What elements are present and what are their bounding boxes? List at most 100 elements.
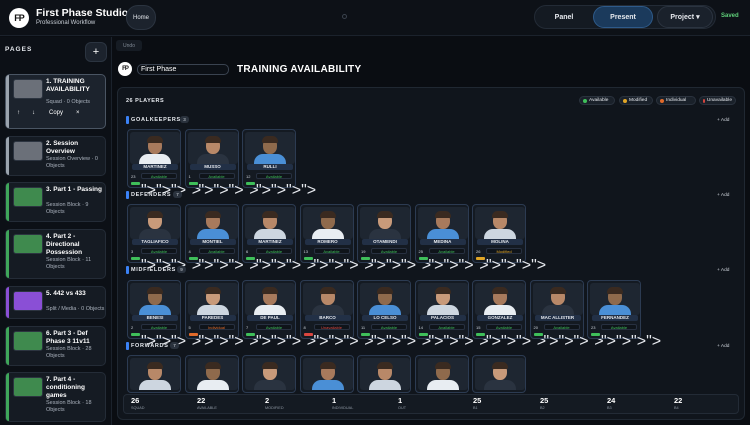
page-name-input[interactable]: First Phase	[137, 64, 229, 75]
player-card[interactable]: RULLI 12 Available ">">">">	[242, 129, 316, 199]
player-card[interactable]: PAREDES 5 Individual ">">">">	[184, 280, 259, 350]
status-select[interactable]: Available	[141, 248, 177, 254]
status-select[interactable]: Available	[601, 324, 637, 330]
player-card[interactable]: GONZALEZ 15 Available ">">">">	[472, 280, 546, 350]
status-select[interactable]: Unavailable	[313, 324, 350, 330]
status-select[interactable]: Available	[256, 324, 292, 330]
status-select[interactable]: Available	[198, 173, 235, 179]
stat-value: 22	[674, 396, 683, 405]
section-count-badge: 3	[180, 116, 189, 123]
player-card[interactable]: OTAMENDI 19 Available ">">">">	[357, 204, 431, 274]
player-card[interactable]: PALACIOS 14 Available ">">">">	[414, 280, 489, 350]
stat-item: 22 B4	[674, 396, 682, 411]
player-card[interactable]	[472, 355, 526, 393]
status-select[interactable]: Available	[198, 248, 235, 254]
legend-dot-icon	[583, 98, 587, 103]
status-select[interactable]: Available	[313, 248, 350, 254]
player-card[interactable]: MEDINA 25 Available ">">">">	[414, 204, 489, 274]
player-card[interactable]	[299, 355, 354, 393]
home-button[interactable]: Home	[126, 5, 156, 30]
status-select[interactable]: Available	[371, 324, 407, 330]
player-card[interactable]: BARCO 8 Unavailable ">">">">	[299, 280, 374, 350]
page-card[interactable]: 6. Part 3 - Def Phase 3 11v11 Session Blo…	[5, 326, 106, 366]
copy-button[interactable]: Copy	[49, 110, 63, 116]
player-name: RULLI	[247, 164, 293, 170]
add-page-button[interactable]: +	[85, 42, 107, 62]
player-number: 19	[361, 249, 366, 254]
status-select[interactable]: Available	[428, 324, 465, 330]
app-logo: FP	[9, 8, 29, 28]
player-number: 20	[533, 325, 538, 330]
player-card[interactable]	[127, 355, 181, 393]
pip	[476, 257, 485, 260]
present-button[interactable]: Present	[593, 6, 653, 28]
status-select[interactable]: Available	[141, 173, 177, 179]
player-shirt	[139, 229, 171, 239]
section-count-badge: 7	[173, 191, 182, 198]
player-card[interactable]	[414, 355, 469, 393]
player-card[interactable]: MAC ALLISTER 20 Available ">">">">	[529, 280, 604, 350]
player-name: MAC ALLISTER	[534, 315, 581, 321]
player-card[interactable]: MONTIEL 4 Available ">">">">	[184, 204, 259, 274]
player-card[interactable]	[357, 355, 411, 393]
player-shirt	[254, 380, 286, 390]
stat-item: 24 B3	[607, 396, 615, 411]
add-player-button[interactable]: + Add	[717, 118, 729, 123]
player-card[interactable]: FERNANDEZ 23 Available ">">">">	[587, 280, 661, 350]
status-select[interactable]: Available	[371, 248, 407, 254]
pip	[188, 257, 198, 260]
player-shirt	[369, 305, 401, 315]
player-name: GONZALEZ	[477, 315, 523, 321]
player-hair	[262, 287, 278, 294]
status-select[interactable]: Available	[486, 324, 522, 330]
undo-button[interactable]: Undo	[116, 40, 142, 51]
player-card[interactable]: LO CELSO 11 Available ">">">">	[357, 280, 431, 350]
status-select[interactable]: Modified	[486, 248, 522, 254]
panel-button[interactable]: Panel	[537, 6, 591, 28]
player-name: BENESI	[132, 315, 178, 321]
page-card[interactable]: 4. Part 2 - Directional Possession Sessio…	[5, 229, 106, 279]
stat-value: 1	[332, 396, 337, 405]
page-card[interactable]: 3. Part 1 - Passing Session Block · 9 Obj…	[5, 182, 106, 222]
status-select[interactable]: Available	[256, 173, 292, 179]
status-select[interactable]: Available	[543, 324, 580, 330]
player-card[interactable]: ROMERO 13 Available ">">">">	[299, 204, 374, 274]
player-shirt	[484, 229, 516, 239]
player-number: 14	[418, 325, 423, 330]
move-up-button[interactable]: ↑	[17, 110, 20, 116]
session-pips: ">">">">	[476, 257, 546, 275]
player-card[interactable]: MARTINEZ 23 Available ">">">">	[127, 129, 201, 199]
status-select[interactable]: Available	[256, 248, 292, 254]
player-card[interactable]: DE PAUL 7 Available ">">">">	[242, 280, 316, 350]
stat-label: B2	[540, 406, 545, 410]
player-card[interactable]: BENESI2Available">">">">	[127, 280, 201, 350]
player-card[interactable]: MOLINA 26 Modified ">">">">	[472, 204, 546, 274]
stat-value: 22	[197, 396, 206, 405]
project-menu-button[interactable]: Project ▾	[657, 6, 713, 28]
mode-switcher: Panel Present Project ▾	[534, 5, 716, 29]
page-card[interactable]: 5. 442 vs 433 Split / Media · 0 Objects	[5, 286, 106, 319]
page-title-label: 6. Part 3 - Def Phase 3 11v11	[46, 330, 90, 345]
page-card[interactable]: 1. TRAINING AVAILABILITY Squad · 0 Object…	[5, 74, 106, 129]
page-accent	[6, 287, 9, 318]
player-card[interactable]: MARTINEZ 6 Available ">">">">	[242, 204, 316, 274]
player-shirt	[426, 229, 459, 239]
player-card[interactable]	[184, 355, 239, 393]
status-select[interactable]: Available	[141, 324, 177, 330]
move-down-button[interactable]: ↓	[32, 110, 35, 116]
player-photo	[360, 283, 410, 315]
player-card[interactable]	[242, 355, 296, 393]
status-select[interactable]: Individual	[198, 324, 235, 330]
player-card[interactable]: TAGLIAFICO 3 Available ">">">">	[127, 204, 201, 274]
add-player-button[interactable]: + Add	[717, 193, 729, 198]
delete-page-button[interactable]: ×	[76, 110, 80, 116]
player-shirt	[369, 380, 401, 390]
status-select[interactable]: Available	[428, 248, 465, 254]
player-card[interactable]: MUSSO 1 Available ">">">">	[184, 129, 259, 199]
player-number: 6	[246, 249, 249, 254]
page-card[interactable]: 7. Part 4 - conditioning games Session Bl…	[5, 372, 106, 422]
page-card[interactable]: 2. Session Overview Session Overview · 0 …	[5, 136, 106, 176]
add-player-button[interactable]: + Add	[717, 344, 729, 349]
player-number: 13	[303, 249, 308, 254]
add-player-button[interactable]: + Add	[717, 268, 729, 273]
